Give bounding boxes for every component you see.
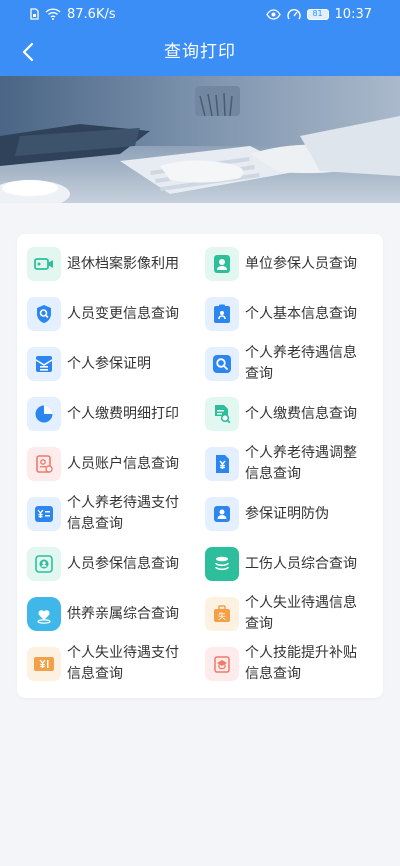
person-shield-icon: [205, 497, 239, 531]
menu-item[interactable]: 个人失业待遇支付信息查询: [17, 639, 197, 689]
query-menu-card: 退休档案影像利用 单位参保人员查询 人员变更信息查询 个人基本信息查询 个人参保: [17, 234, 383, 698]
status-bar: 87.6K/s 81 10:37: [0, 0, 400, 28]
pie-chart-icon: [27, 397, 61, 431]
menu-item[interactable]: 个人技能提升补贴信息查询: [197, 639, 383, 689]
menu-item[interactable]: 个人缴费明细打印: [17, 389, 197, 439]
yen-ticket-icon: [27, 647, 61, 681]
menu-item[interactable]: 人员账户信息查询: [17, 439, 197, 489]
menu-item-label: 供养亲属综合查询: [67, 605, 179, 622]
battery-icon: 81: [306, 8, 329, 20]
svg-text:失: 失: [218, 611, 226, 621]
menu-item[interactable]: 个人养老待遇信息查询: [197, 339, 383, 389]
coins-stack-icon: [205, 547, 239, 581]
menu-item[interactable]: 个人参保证明: [17, 339, 197, 389]
certificate-icon: [27, 347, 61, 381]
search-icon: [205, 347, 239, 381]
app-header: 87.6K/s 81 10:37 查询打印: [0, 0, 400, 76]
menu-item-label: 参保证明防伪: [245, 505, 329, 522]
document-search-icon: [205, 397, 239, 431]
menu-item-label: 人员参保信息查询: [67, 555, 179, 572]
menu-item[interactable]: 供养亲属综合查询: [17, 589, 197, 639]
menu-item[interactable]: 工伤人员综合查询: [197, 539, 383, 589]
unemployment-briefcase-icon: 失: [205, 597, 239, 631]
menu-item-label: 个人缴费明细打印: [67, 405, 179, 422]
menu-item-label: 人员账户信息查询: [67, 455, 179, 472]
menu-item-label: 个人失业待遇信息查询: [245, 595, 357, 632]
video-icon: [27, 247, 61, 281]
banner-image: [0, 76, 400, 203]
menu-item[interactable]: 个人养老待遇调整信息查询: [197, 439, 383, 489]
menu-item-label: 个人养老待遇支付信息查询: [67, 495, 179, 532]
menu-item[interactable]: 失 个人失业待遇信息查询: [197, 589, 383, 639]
menu-item[interactable]: 个人缴费信息查询: [197, 389, 383, 439]
menu-item-label: 个人技能提升补贴信息查询: [245, 645, 357, 682]
menu-item-label: 退休档案影像利用: [67, 255, 179, 272]
graduation-cap-icon: [205, 647, 239, 681]
menu-item[interactable]: 人员变更信息查询: [17, 289, 197, 339]
menu-item-label: 个人缴费信息查询: [245, 405, 357, 422]
person-card-icon: [205, 247, 239, 281]
sim-card-icon: [30, 8, 39, 20]
account-document-icon: [27, 447, 61, 481]
navigation-bar: 查询打印: [0, 28, 400, 76]
page-title: 查询打印: [164, 42, 236, 62]
menu-item-label: 工伤人员综合查询: [245, 555, 357, 572]
yen-document-icon: [205, 447, 239, 481]
menu-item-label: 个人养老待遇信息查询: [245, 345, 357, 382]
menu-item[interactable]: 人员参保信息查询: [17, 539, 197, 589]
speedometer-icon: [286, 8, 301, 19]
wifi-icon: [45, 8, 61, 20]
network-speed: 87.6K/s: [67, 6, 116, 22]
query-menu-grid: 退休档案影像利用 单位参保人员查询 人员变更信息查询 个人基本信息查询 个人参保: [17, 239, 383, 689]
clipboard-person-icon: [205, 297, 239, 331]
menu-item[interactable]: 退休档案影像利用: [17, 239, 197, 289]
heart-map-icon: [27, 597, 61, 631]
clock: 10:37: [334, 6, 372, 22]
menu-item-label: 个人养老待遇调整信息查询: [245, 445, 357, 482]
menu-item-label: 个人基本信息查询: [245, 305, 357, 322]
menu-item[interactable]: 单位参保人员查询: [197, 239, 383, 289]
eye-icon: [265, 8, 281, 20]
person-badge-icon: [27, 547, 61, 581]
menu-item-label: 单位参保人员查询: [245, 255, 357, 272]
menu-item[interactable]: 个人基本信息查询: [197, 289, 383, 339]
menu-item-label: 个人参保证明: [67, 355, 151, 372]
menu-item-label: 人员变更信息查询: [67, 305, 179, 322]
shield-search-icon: [27, 297, 61, 331]
menu-item[interactable]: 参保证明防伪: [197, 489, 383, 539]
menu-item-label: 个人失业待遇支付信息查询: [67, 645, 179, 682]
yen-list-icon: [27, 497, 61, 531]
menu-item[interactable]: 个人养老待遇支付信息查询: [17, 489, 197, 539]
